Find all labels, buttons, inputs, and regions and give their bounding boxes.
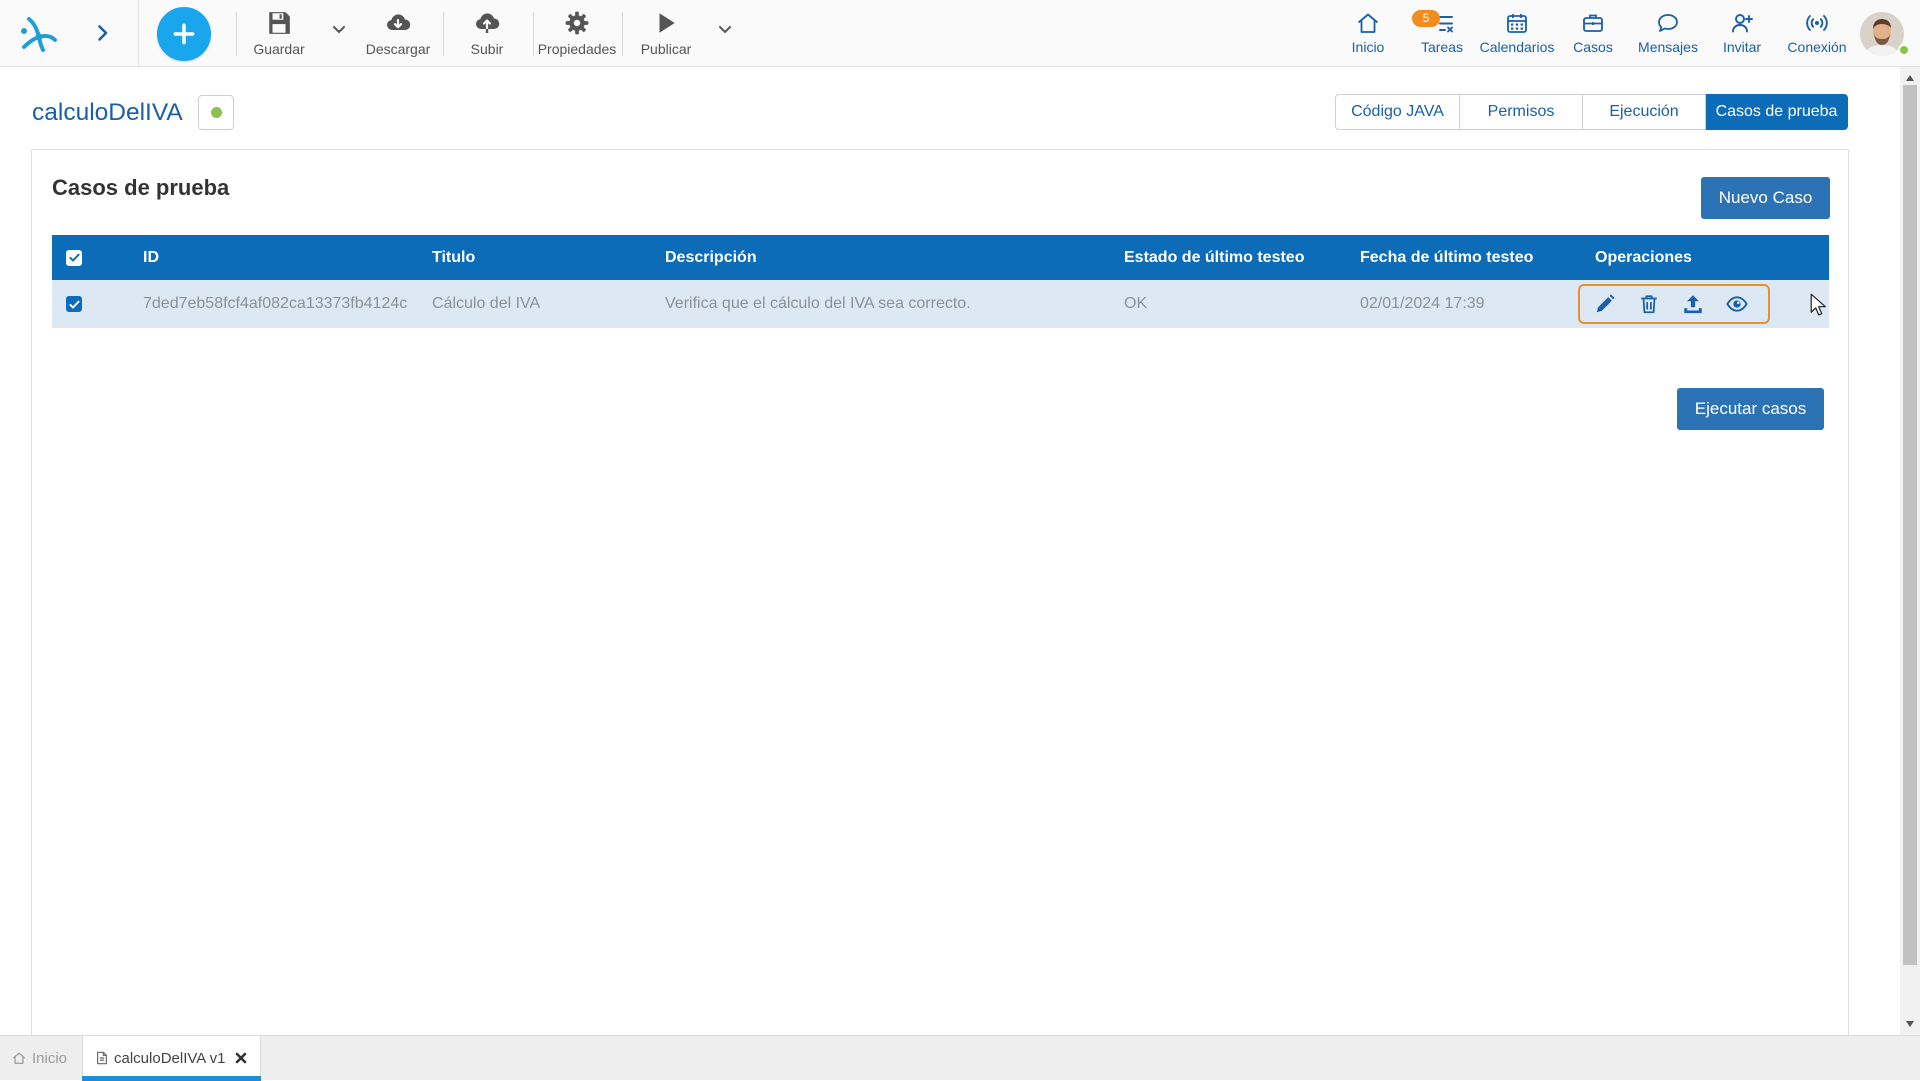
column-header-last-date[interactable]: Fecha de último testeo: [1360, 249, 1595, 267]
publish-options-dropdown[interactable]: [718, 25, 732, 35]
row-select-cell: [52, 280, 143, 328]
save-icon: [231, 10, 327, 36]
test-cases-panel: Casos de prueba Nuevo Caso ID Titulo Des…: [31, 149, 1849, 1035]
chevron-down-icon: [333, 26, 345, 34]
cloud-download-icon: [350, 10, 446, 36]
tasks-count-badge: 5: [1412, 10, 1440, 27]
bottom-tab-document[interactable]: calculoDelIVA v1: [82, 1036, 261, 1081]
new-case-button[interactable]: Nuevo Caso: [1701, 177, 1830, 219]
trash-icon[interactable]: [1638, 293, 1660, 315]
page-title: calculoDelIVA: [32, 99, 183, 126]
upload-label: Subir: [470, 41, 504, 57]
bottom-tab-document-label: calculoDelIVA v1: [114, 1049, 226, 1067]
briefcase-icon: [1553, 11, 1633, 35]
document-icon: [95, 1051, 109, 1065]
test-cases-table: ID Titulo Descripción Estado de último t…: [52, 235, 1829, 328]
row-checkbox[interactable]: [66, 296, 82, 312]
status-dot-icon: [210, 107, 222, 118]
nav-cases-label: Casos: [1573, 39, 1613, 55]
run-cases-button[interactable]: Ejecutar casos: [1677, 388, 1824, 430]
check-icon: [68, 253, 80, 262]
nav-home-label: Inicio: [1351, 39, 1385, 55]
column-header-id[interactable]: ID: [143, 249, 432, 267]
online-status-icon: [1898, 44, 1910, 56]
column-header-operations: Operaciones: [1595, 248, 1692, 266]
play-icon: [618, 10, 714, 36]
tab-test-cases[interactable]: Casos de prueba: [1706, 94, 1848, 130]
download-button[interactable]: Descargar: [350, 10, 446, 57]
properties-button[interactable]: Propiedades: [529, 10, 625, 57]
cell-id: 7ded7eb58fcf4af082ca13373fb4124c: [143, 295, 408, 312]
table-header-row: ID Titulo Descripción Estado de último t…: [52, 235, 1829, 280]
view-tabs: Código JAVA Permisos Ejecución Casos de …: [1335, 94, 1848, 130]
upload-icon[interactable]: [1682, 293, 1704, 315]
chat-icon: [1628, 11, 1708, 35]
nav-tasks[interactable]: 5 Tareas: [1402, 10, 1482, 55]
status-indicator[interactable]: [198, 95, 234, 130]
scroll-down-arrow-icon[interactable]: [1905, 1020, 1915, 1028]
column-header-last-status[interactable]: Estado de último testeo: [1124, 249, 1360, 267]
open-documents-bar: Inicio calculoDelIVA v1: [0, 1035, 1920, 1081]
panel-heading: Casos de prueba: [52, 175, 230, 200]
nav-calendars[interactable]: Calendarios: [1477, 11, 1557, 55]
nav-messages-label: Mensajes: [1638, 39, 1698, 55]
broadcast-icon: [1777, 11, 1857, 35]
create-new-button[interactable]: [157, 7, 211, 61]
save-label: Guardar: [253, 41, 305, 57]
close-icon[interactable]: [234, 1051, 248, 1065]
table-row[interactable]: 7ded7eb58fcf4af082ca13373fb4124c Cálculo…: [52, 280, 1829, 328]
cloud-upload-icon: [439, 10, 535, 36]
mouse-cursor-icon: [1810, 293, 1826, 317]
select-all-checkbox[interactable]: [66, 249, 82, 266]
tab-permissions[interactable]: Permisos: [1460, 94, 1583, 130]
top-toolbar: Guardar Descargar Subir Propiedades Publ…: [0, 0, 1920, 67]
calendar-icon: [1477, 11, 1557, 35]
gear-icon: [529, 10, 625, 36]
publish-label: Publicar: [640, 41, 692, 57]
nav-home[interactable]: Inicio: [1328, 11, 1408, 55]
cell-last-date: 02/01/2024 17:39: [1360, 295, 1485, 312]
tab-execution[interactable]: Ejecución: [1583, 94, 1706, 130]
chevron-down-icon: [719, 26, 731, 34]
column-header-title[interactable]: Titulo: [432, 249, 665, 267]
save-button[interactable]: Guardar: [231, 10, 327, 57]
check-icon: [68, 300, 80, 308]
chevron-right-icon[interactable]: [97, 24, 109, 42]
home-icon: [12, 1052, 26, 1064]
scrollbar-thumb[interactable]: [1903, 85, 1917, 965]
save-options-dropdown[interactable]: [332, 25, 346, 35]
nav-messages[interactable]: Mensajes: [1628, 11, 1708, 55]
nav-calendars-label: Calendarios: [1479, 39, 1555, 55]
cell-title: Cálculo del IVA: [432, 295, 541, 312]
nav-cases[interactable]: Casos: [1553, 11, 1633, 55]
vertical-scrollbar[interactable]: [1900, 67, 1920, 1035]
tab-java-code[interactable]: Código JAVA: [1335, 94, 1460, 130]
nav-tasks-label: Tareas: [1420, 39, 1464, 55]
bottom-tab-home-label: Inicio: [32, 1049, 68, 1067]
add-user-icon: [1702, 11, 1782, 35]
edit-icon[interactable]: [1594, 293, 1616, 315]
upload-button[interactable]: Subir: [439, 10, 535, 57]
plus-icon: [173, 23, 195, 45]
bottom-tab-home[interactable]: Inicio: [12, 1036, 67, 1080]
scroll-up-arrow-icon[interactable]: [1905, 74, 1915, 82]
row-operations-group: [1578, 284, 1770, 324]
eye-icon[interactable]: [1726, 293, 1748, 315]
nav-invite-label: Invitar: [1722, 39, 1762, 55]
home-icon: [1328, 11, 1408, 35]
nav-invite[interactable]: Invitar: [1702, 11, 1782, 55]
toolbar-divider: [138, 0, 139, 66]
column-header-description[interactable]: Descripción: [665, 249, 1124, 267]
publish-button[interactable]: Publicar: [618, 10, 714, 57]
cell-description: Verifica que el cálculo del IVA sea corr…: [665, 295, 971, 312]
select-all-cell: [52, 235, 143, 280]
cell-last-status: OK: [1124, 295, 1148, 312]
properties-label: Propiedades: [537, 41, 617, 57]
nav-connection[interactable]: Conexión: [1777, 11, 1857, 55]
active-tab-indicator: [82, 1076, 261, 1081]
deyel-logo-icon[interactable]: [17, 11, 61, 55]
nav-connection-label: Conexión: [1787, 39, 1847, 55]
download-label: Descargar: [365, 41, 431, 57]
